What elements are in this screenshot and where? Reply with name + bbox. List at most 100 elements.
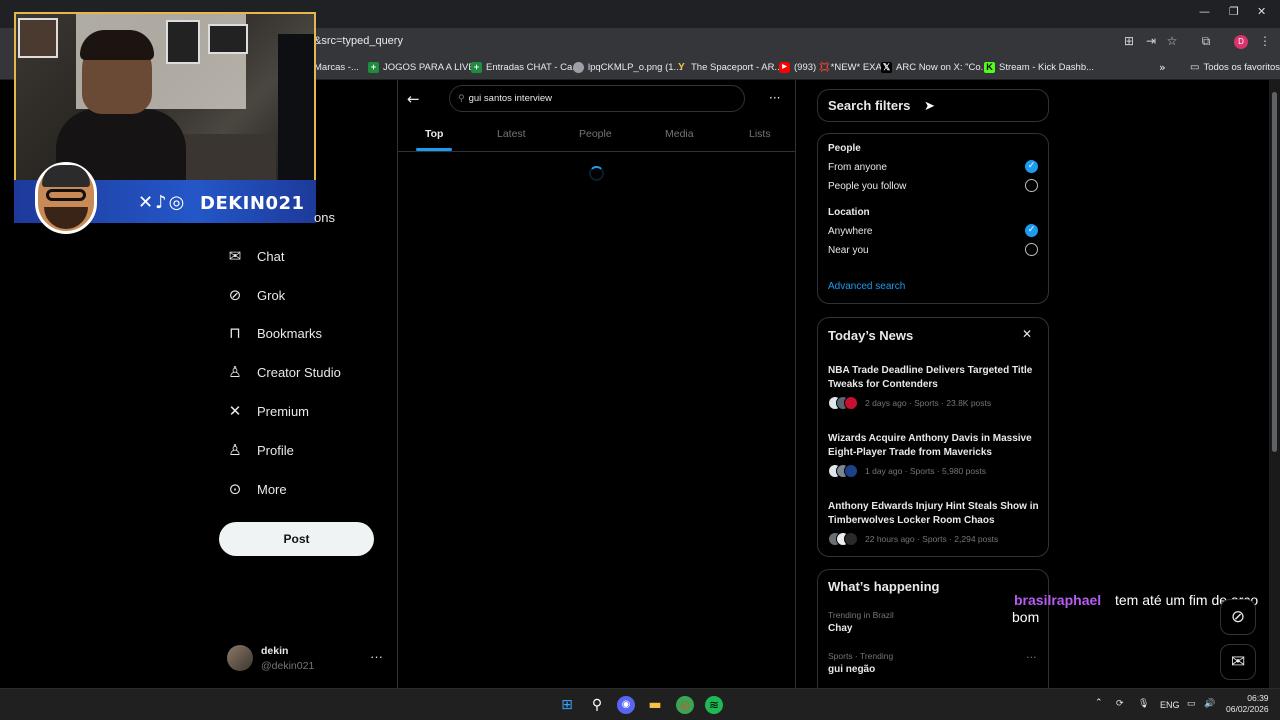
trend-name[interactable]: gui negão <box>828 664 875 675</box>
microphone-icon[interactable]: 🎙 <box>1138 698 1149 709</box>
language-indicator[interactable]: ENG <box>1160 700 1180 710</box>
tab-lists[interactable]: Lists <box>749 128 771 140</box>
nav-creator-studio[interactable]: ♙ Creator Studio <box>227 359 341 385</box>
system-clock[interactable]: 06:39 06/02/2026 <box>1226 693 1269 715</box>
post-button[interactable]: Post <box>219 522 374 556</box>
nav-grok[interactable]: ⊘ Grok <box>227 282 285 308</box>
nav-label: More <box>257 481 287 497</box>
more-icon[interactable]: ··· <box>370 649 383 664</box>
chat-username: brasilraphael <box>1014 592 1102 608</box>
translate-icon[interactable]: ⊞ <box>1121 33 1137 49</box>
tab-top[interactable]: Top <box>425 128 443 140</box>
whats-happening-title: What’s happening <box>828 579 940 594</box>
nav-premium[interactable]: ✕ Premium <box>227 398 309 424</box>
more-options-icon[interactable]: ··· <box>769 91 780 105</box>
tray-chevron-icon[interactable]: ⌃ <box>1095 697 1103 708</box>
cartoon-avatar <box>35 162 97 234</box>
news-avatars <box>828 396 862 410</box>
nav-profile[interactable]: ♙ Profile <box>227 437 294 463</box>
minimize-button[interactable]: — <box>1199 5 1210 18</box>
tab-people[interactable]: People <box>579 128 612 140</box>
mail-icon: ✉ <box>1230 652 1246 672</box>
bookmark-label: JOGOS PARA A LIVE... <box>383 61 483 73</box>
filter-option-near-you[interactable]: Near you <box>828 245 869 256</box>
trend-more-icon[interactable]: ··· <box>1026 651 1037 664</box>
nav-chat[interactable]: ✉ Chat <box>227 243 285 269</box>
filter-option-anywhere[interactable]: Anywhere <box>828 226 872 237</box>
back-arrow-icon[interactable]: ← <box>407 90 420 108</box>
news-avatars <box>828 464 862 478</box>
bookmarks-overflow-icon[interactable]: » <box>1159 59 1166 75</box>
install-app-icon[interactable]: ⇥ <box>1143 33 1159 49</box>
bookmark-item[interactable]: + Entradas CHAT - Ca... <box>471 59 580 75</box>
restore-button[interactable]: ❐ <box>1229 5 1239 18</box>
trend-name[interactable]: Chay <box>828 623 852 634</box>
radio-checked[interactable]: ✓ <box>1025 224 1038 237</box>
bookmark-label: ARC Now on X: "Co... <box>896 61 989 73</box>
radio-unchecked[interactable] <box>1025 243 1038 256</box>
grok-floating-button[interactable]: ⊘ <box>1220 599 1256 635</box>
bookmark-item[interactable]: lpqCKMLP_o.png (1... <box>573 59 681 75</box>
nav-label: Creator Studio <box>257 364 341 380</box>
webcam-overlay <box>14 12 316 182</box>
messages-floating-button[interactable]: ✉ <box>1220 644 1256 680</box>
bookmark-item[interactable]: ▶ (993) 💢*NEW* EXA... <box>779 59 890 75</box>
search-filters-panel <box>817 133 1049 304</box>
bookmark-item[interactable]: K Stream - Kick Dashb... <box>984 59 1094 75</box>
bookmark-item[interactable]: + JOGOS PARA A LIVE... <box>368 59 483 75</box>
news-avatars <box>828 532 862 546</box>
sheets-icon: + <box>368 61 379 73</box>
scrollbar-thumb[interactable] <box>1272 92 1277 452</box>
creator-studio-icon: ♙ <box>228 363 242 381</box>
radio-checked[interactable]: ✓ <box>1025 160 1038 173</box>
nav-label: Chat <box>257 248 285 264</box>
discord-icon[interactable]: ◉ <box>617 696 635 714</box>
close-icon[interactable]: ✕ <box>1022 327 1032 341</box>
bookmark-item[interactable]: Marcas -... <box>314 59 359 75</box>
extensions-icon[interactable]: ⧉ <box>1198 33 1214 49</box>
star-icon[interactable]: ☆ <box>1164 33 1180 49</box>
chrome-icon[interactable]: ◎ <box>676 696 694 714</box>
tab-latest[interactable]: Latest <box>497 128 526 140</box>
bookmark-label: Stream - Kick Dashb... <box>999 61 1095 73</box>
news-meta: 22 hours ago · Sports · 2,294 posts <box>865 534 999 544</box>
streamer-tag: DEKIN021 <box>200 193 305 214</box>
radio-unchecked[interactable] <box>1025 179 1038 192</box>
news-headline[interactable]: Anthony Edwards Injury Hint Steals Show … <box>828 500 1040 527</box>
account-switcher[interactable]: dekin @dekin021 ··· <box>227 643 392 677</box>
kick-icon: K <box>984 61 995 73</box>
search-query: gui santos interview <box>468 93 553 104</box>
filter-option-from-anyone[interactable]: From anyone <box>828 162 887 173</box>
news-headline[interactable]: Wizards Acquire Anthony Davis in Massive… <box>828 432 1040 459</box>
avatar <box>227 645 253 671</box>
all-bookmarks-button[interactable]: ▭ Todos os favoritos <box>1190 59 1280 75</box>
tab-media[interactable]: Media <box>665 128 694 140</box>
address-bar[interactable]: &src=typed_query <box>314 35 403 47</box>
windows-start-icon[interactable]: ⊞ <box>558 696 576 714</box>
account-name: dekin <box>261 645 289 657</box>
sync-icon[interactable]: ⟳ <box>1116 698 1124 709</box>
bookmark-item[interactable]: 𝕏 ARC Now on X: "Co... <box>881 59 989 75</box>
news-headline[interactable]: NBA Trade Deadline Delivers Targeted Tit… <box>828 364 1040 391</box>
location-filter-label: Location <box>828 207 870 218</box>
bookmark-item[interactable]: Y The Spaceport - AR... <box>676 59 782 75</box>
volume-icon[interactable]: 🔊 <box>1204 698 1215 709</box>
more-circle-icon: ⊙ <box>228 480 242 498</box>
filter-option-people-you-follow[interactable]: People you follow <box>828 181 906 192</box>
close-window-button[interactable]: ✕ <box>1257 5 1266 18</box>
monitor-icon[interactable]: ▭ <box>1187 698 1196 709</box>
person-icon: ♙ <box>228 441 242 459</box>
nav-more[interactable]: ⊙ More <box>227 476 287 502</box>
browser-menu-icon[interactable]: ⋮ <box>1257 33 1273 49</box>
advanced-search-link[interactable]: Advanced search <box>828 281 905 292</box>
folder-icon: ▭ <box>1190 61 1200 73</box>
profile-avatar[interactable]: D <box>1234 35 1248 49</box>
search-icon[interactable]: ⚲ <box>588 696 606 714</box>
file-explorer-icon[interactable]: ▬ <box>646 696 664 714</box>
mouse-cursor-icon: ➤ <box>924 99 935 114</box>
bookmark-label: Marcas -... <box>314 61 359 73</box>
search-input[interactable]: ⚲ gui santos interview <box>449 85 745 112</box>
nav-bookmarks[interactable]: ⊓ Bookmarks <box>227 320 322 346</box>
nav-label: Bookmarks <box>257 325 323 341</box>
spotify-icon[interactable]: ≋ <box>705 696 723 714</box>
